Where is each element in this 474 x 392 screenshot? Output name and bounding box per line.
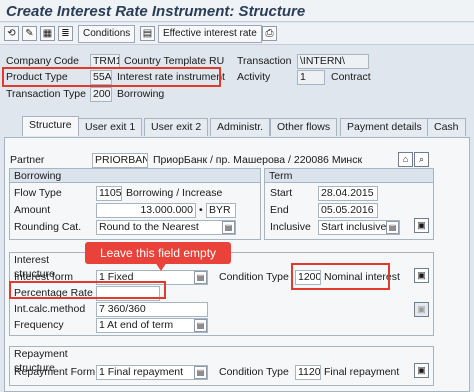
amount-dot: • xyxy=(199,204,203,216)
rate-icon[interactable]: ▤ xyxy=(140,26,155,41)
rounding-field[interactable]: Round to the Nearest xyxy=(96,220,236,235)
title-bar: Create Interest Rate Instrument: Structu… xyxy=(0,0,474,22)
flow-type-label: Flow Type xyxy=(14,187,62,199)
rounding-label: Rounding Cat. xyxy=(14,221,82,233)
transaction-type-name: Borrowing xyxy=(117,88,165,100)
term-detail-icon[interactable]: ▣ xyxy=(414,218,429,233)
inclusive-dropdown-icon[interactable]: ▤ xyxy=(386,221,399,234)
repayment-form-label: Repayment Form xyxy=(14,366,96,378)
borrowing-title: Borrowing xyxy=(10,169,260,183)
partner-home-icon[interactable]: ⌂ xyxy=(398,152,413,167)
transaction-type-label: Transaction Type xyxy=(6,88,86,100)
dropdown-icon[interactable]: ▤ xyxy=(222,221,235,234)
condition-type-label: Condition Type xyxy=(219,271,289,283)
toolbar: ⟲ ✎ ▦ ≣ Conditions ▤ Effective interest … xyxy=(0,23,474,45)
cashflow-icon[interactable]: ≣ xyxy=(58,26,73,41)
calc-method-field[interactable]: 7 360/360 xyxy=(96,302,208,317)
effective-rate-button[interactable]: Effective interest rate xyxy=(158,25,262,43)
calc-method-label: Int.calc.method xyxy=(14,303,86,315)
tab-structure[interactable]: Structure xyxy=(22,116,79,136)
activity-field: 1 xyxy=(297,70,325,85)
repayment-form-field[interactable]: 1 Final repayment xyxy=(96,365,208,380)
amount-label: Amount xyxy=(14,204,51,216)
repayment-detail-icon[interactable]: ▣ xyxy=(414,363,429,378)
transaction-label: Transaction xyxy=(237,55,292,67)
callout-pointer xyxy=(155,262,167,271)
frequency-label: Frequency xyxy=(14,319,64,331)
repayment-condition-name: Final repayment xyxy=(324,366,400,378)
partner-name: ПриорБанк / пр. Машерова / 220086 Минск xyxy=(153,154,363,166)
company-name: Country Template RU xyxy=(124,55,225,67)
tab-other-flows[interactable]: Other flows xyxy=(270,118,338,136)
transaction-field: \INTERN\ xyxy=(297,54,369,69)
page-title: Create Interest Rate Instrument: Structu… xyxy=(6,3,306,20)
tab-payment-details[interactable]: Payment details xyxy=(340,118,429,136)
callout-annotation: Leave this field empty xyxy=(85,242,231,264)
repayment-condition-field[interactable]: 1120 xyxy=(295,365,321,380)
end-date-field[interactable]: 05.05.2016 xyxy=(318,203,378,218)
interest-form-dropdown-icon[interactable]: ▤ xyxy=(194,271,207,284)
partner-label: Partner xyxy=(10,154,45,166)
start-label: Start xyxy=(270,187,293,199)
partner-field[interactable]: PRIORBANK xyxy=(92,153,148,168)
condition-type-highlight xyxy=(291,263,390,290)
frequency-dropdown-icon[interactable]: ▤ xyxy=(194,319,207,332)
tab-cash[interactable]: Cash xyxy=(427,118,466,136)
activity-name: Contract xyxy=(331,71,371,83)
interest-detail-icon[interactable]: ▣ xyxy=(414,268,429,283)
amount-field[interactable]: 13.000.000 xyxy=(96,203,196,218)
conditions-button[interactable]: Conditions xyxy=(78,25,136,43)
activity-label: Activity xyxy=(237,71,271,83)
repayment-dropdown-icon[interactable]: ▤ xyxy=(194,366,207,379)
print-icon[interactable]: ⎙ xyxy=(262,26,277,41)
product-type-highlight xyxy=(2,67,221,87)
company-code-label: Company Code xyxy=(6,55,79,67)
start-date-field[interactable]: 28.04.2015 xyxy=(318,186,378,201)
overview-icon[interactable]: ▦ xyxy=(40,26,55,41)
percentage-rate-highlight xyxy=(9,281,166,299)
currency-field[interactable]: BYR xyxy=(206,203,236,218)
transaction-type-field: 200 xyxy=(90,87,112,102)
partner-search-icon[interactable]: ⌕ xyxy=(414,152,429,167)
repayment-condition-label: Condition Type xyxy=(219,366,289,378)
flow-type-field[interactable]: 1105 xyxy=(96,186,122,201)
term-title: Term xyxy=(265,169,433,183)
tab-user-exit-1[interactable]: User exit 1 xyxy=(78,118,143,136)
tab-user-exit-2[interactable]: User exit 2 xyxy=(144,118,209,136)
tab-administr[interactable]: Administr. xyxy=(210,118,271,136)
repayment-structure-title: Repayment structure xyxy=(10,347,106,374)
flow-type-name: Borrowing / Increase xyxy=(126,187,223,199)
calc-detail-icon: ▣ xyxy=(414,302,429,317)
display-change-icon[interactable]: ✎ xyxy=(22,26,37,41)
frequency-field[interactable]: 1 At end of term xyxy=(96,318,208,333)
inclusive-label: Inclusive xyxy=(270,221,311,233)
other-document-icon[interactable]: ⟲ xyxy=(4,26,19,41)
interest-structure-title: Interest structure xyxy=(10,253,90,280)
end-label: End xyxy=(270,204,289,216)
